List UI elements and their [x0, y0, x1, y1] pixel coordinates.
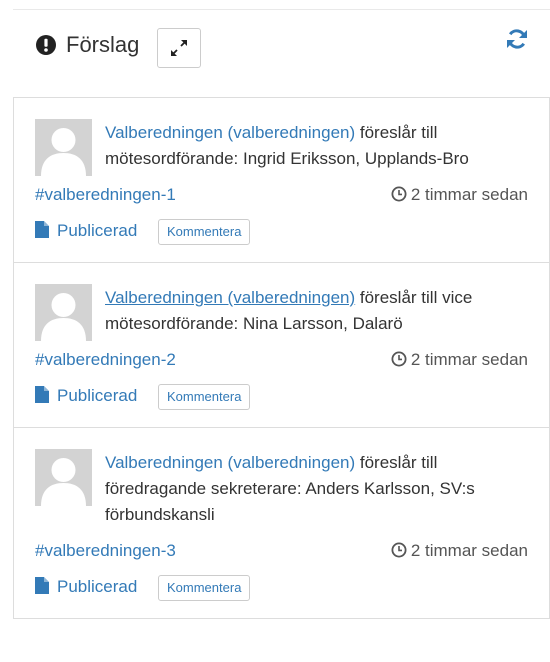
published-link[interactable]: Publicerad: [35, 384, 137, 408]
file-icon: [35, 577, 49, 594]
clock-icon: [391, 186, 407, 202]
item-time: 2 timmar sedan: [391, 538, 528, 564]
comment-button[interactable]: Kommentera: [158, 384, 251, 410]
item-text: Valberedningen (valberedningen) föreslår…: [14, 98, 549, 172]
published-label: Publicerad: [57, 386, 138, 405]
proposal-list: Valberedningen (valberedningen) föreslår…: [13, 97, 550, 619]
item-text: Valberedningen (valberedningen) föreslår…: [14, 263, 549, 337]
refresh-icon[interactable]: [506, 28, 528, 50]
author-link[interactable]: Valberedningen (valberedningen): [105, 123, 355, 142]
list-item: Valberedningen (valberedningen) föreslår…: [13, 97, 550, 263]
item-time-label: 2 timmar sedan: [410, 541, 528, 560]
item-time: 2 timmar sedan: [391, 182, 528, 208]
clock-icon: [391, 351, 407, 367]
published-link[interactable]: Publicerad: [35, 575, 137, 599]
avatar: [35, 449, 92, 506]
item-time-label: 2 timmar sedan: [410, 350, 528, 369]
expand-button[interactable]: [157, 28, 201, 68]
item-tag-link[interactable]: #valberedningen-2: [35, 347, 176, 373]
item-text: Valberedningen (valberedningen) föreslår…: [14, 428, 549, 528]
author-link[interactable]: Valberedningen (valberedningen): [105, 288, 355, 307]
file-icon: [35, 386, 49, 403]
avatar: [35, 119, 92, 176]
comment-button[interactable]: Kommentera: [158, 575, 251, 601]
item-time: 2 timmar sedan: [391, 347, 528, 373]
item-time-label: 2 timmar sedan: [410, 185, 528, 204]
list-item: Valberedningen (valberedningen) föreslår…: [13, 262, 550, 428]
item-tag-link[interactable]: #valberedningen-3: [35, 538, 176, 564]
panel-title: Förslag: [66, 32, 140, 57]
item-tag-link[interactable]: #valberedningen-1: [35, 182, 176, 208]
file-icon: [35, 221, 49, 238]
exclamation-circle-icon: [36, 35, 56, 55]
published-label: Publicerad: [57, 221, 138, 240]
avatar: [35, 284, 92, 341]
clock-icon: [391, 542, 407, 558]
comment-button[interactable]: Kommentera: [158, 219, 251, 245]
published-label: Publicerad: [57, 577, 138, 596]
author-link[interactable]: Valberedningen (valberedningen): [105, 453, 355, 472]
published-link[interactable]: Publicerad: [35, 219, 137, 243]
list-item: Valberedningen (valberedningen) föreslår…: [13, 427, 550, 619]
panel-header: Förslag: [13, 10, 550, 98]
